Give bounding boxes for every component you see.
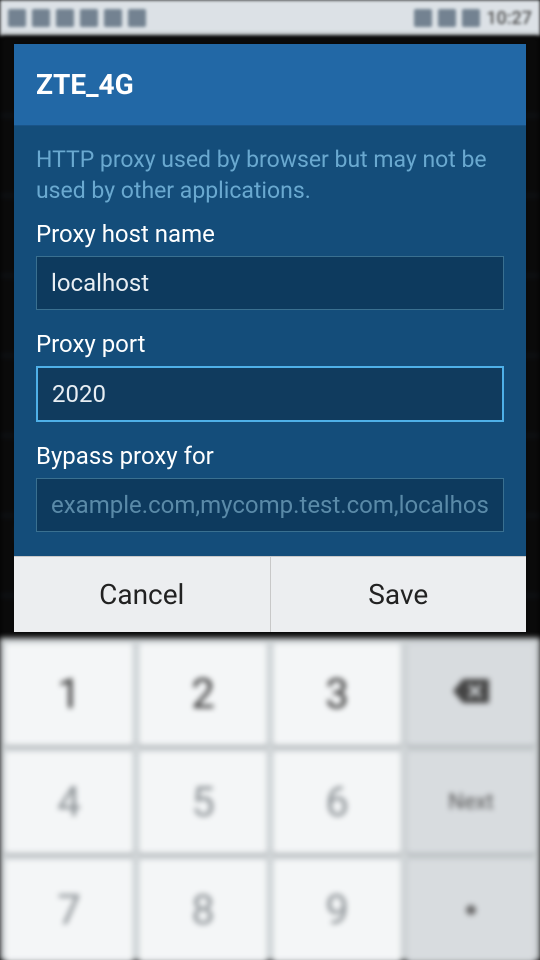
- notif-icon: [128, 9, 146, 27]
- dialog-description: HTTP proxy used by browser but may not b…: [36, 144, 504, 206]
- key-symbol[interactable]: [406, 858, 536, 960]
- dialog-title: ZTE_4G: [14, 44, 526, 126]
- notif-icon: [80, 9, 98, 27]
- key-2[interactable]: 2: [138, 642, 268, 746]
- dialog-button-bar: Cancel Save: [14, 556, 526, 632]
- notif-icon: [32, 9, 50, 27]
- proxy-host-label: Proxy host name: [36, 220, 504, 248]
- save-button[interactable]: Save: [270, 557, 527, 632]
- key-4[interactable]: 4: [4, 750, 134, 854]
- status-notifications: [8, 9, 146, 27]
- key-6[interactable]: 6: [272, 750, 402, 854]
- key-next[interactable]: Next: [406, 750, 536, 854]
- backspace-icon: [451, 677, 491, 711]
- numeric-keyboard: 1 2 3 4 5 6 Next 7 8 9: [0, 638, 540, 960]
- key-7[interactable]: 7: [4, 858, 134, 960]
- proxy-settings-dialog: ZTE_4G HTTP proxy used by browser but ma…: [14, 44, 526, 632]
- notif-icon: [56, 9, 74, 27]
- key-8[interactable]: 8: [138, 858, 268, 960]
- dot-icon: [466, 905, 476, 915]
- wifi-icon: [438, 9, 456, 27]
- key-5[interactable]: 5: [138, 750, 268, 854]
- notif-icon: [104, 9, 122, 27]
- bypass-proxy-input[interactable]: [36, 478, 504, 532]
- notif-icon: [8, 9, 26, 27]
- battery-icon: [462, 9, 480, 27]
- cancel-button[interactable]: Cancel: [14, 557, 270, 632]
- signal-icon: [414, 9, 432, 27]
- status-bar: 10:27: [0, 0, 540, 36]
- proxy-port-label: Proxy port: [36, 330, 504, 358]
- proxy-port-input[interactable]: [36, 366, 504, 422]
- status-system: 10:27: [414, 8, 532, 29]
- key-9[interactable]: 9: [272, 858, 402, 960]
- dialog-body: HTTP proxy used by browser but may not b…: [14, 126, 526, 556]
- key-backspace[interactable]: [406, 642, 536, 746]
- status-clock: 10:27: [486, 8, 532, 29]
- key-1[interactable]: 1: [4, 642, 134, 746]
- proxy-host-input[interactable]: [36, 256, 504, 310]
- bypass-proxy-label: Bypass proxy for: [36, 442, 504, 470]
- key-3[interactable]: 3: [272, 642, 402, 746]
